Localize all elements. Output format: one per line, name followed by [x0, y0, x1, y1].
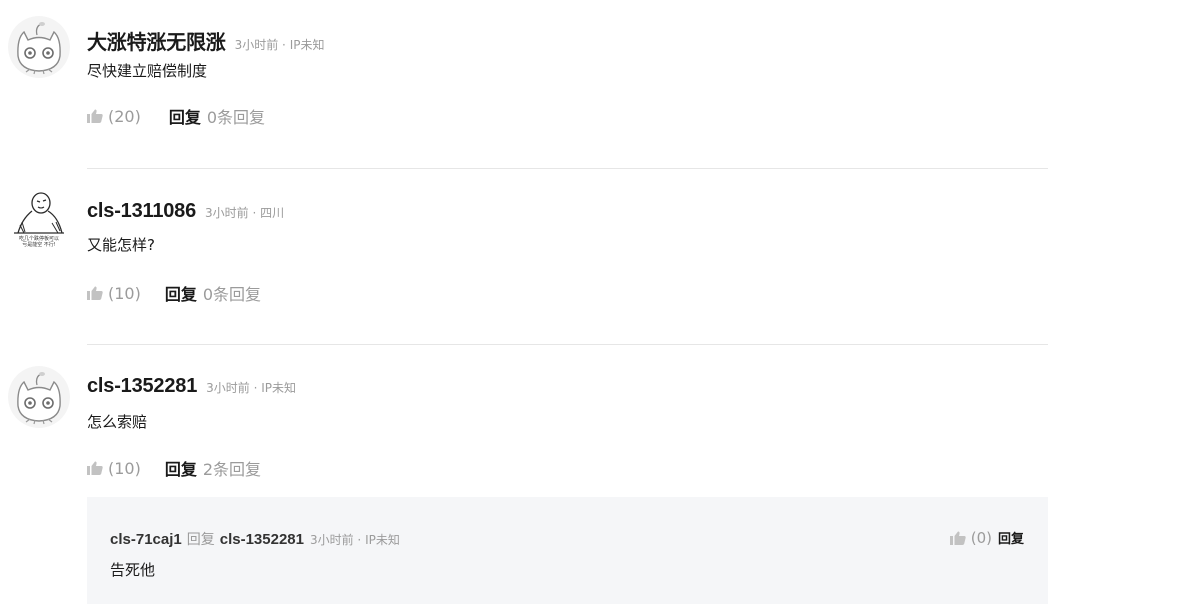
comment-meta: 3小时前 · 四川: [205, 206, 285, 220]
comment-item: 吃几个跌停板可以 亏是能空 不行! cls-1311086 3小时前 · 四川 …: [0, 170, 1048, 345]
avatar-caption: 吃几个跌停板可以 亏是能空 不行!: [8, 236, 70, 248]
subreply-reply-button[interactable]: 回复: [998, 528, 1024, 547]
subreply-like-button[interactable]: (0): [949, 528, 992, 547]
like-count: (10): [108, 458, 141, 478]
subreply-username[interactable]: cls-71caj1: [110, 531, 182, 548]
username[interactable]: cls-1311086: [87, 200, 196, 223]
comment-actions: (20) 回复 0条回复: [87, 104, 265, 128]
like-count: (10): [108, 283, 141, 303]
comment-list: 大涨特涨无限涨 3小时前 · IP未知 尽快建立赔偿制度 (20) 回复 0条回…: [0, 0, 1200, 604]
subreply-reply-word: 回复: [186, 532, 215, 548]
reply-button[interactable]: 回复: [169, 104, 201, 128]
like-button[interactable]: (10): [87, 284, 141, 303]
username[interactable]: cls-1352281: [87, 375, 197, 398]
comment-text: 又能怎样?: [87, 236, 155, 254]
comment-actions: (10) 回复 0条回复: [87, 281, 261, 305]
subreply-meta: 3小时前 · IP未知: [309, 533, 400, 547]
username[interactable]: 大涨特涨无限涨: [87, 26, 226, 55]
subreply-text: 告死他: [110, 561, 156, 579]
comment-meta: 3小时前 · IP未知: [234, 38, 325, 52]
comment-text: 尽快建立赔偿制度: [87, 62, 208, 80]
reply-count-link[interactable]: 0条回复: [207, 104, 265, 128]
reply-count-link[interactable]: 2条回复: [203, 456, 261, 480]
thumbs-up-icon: [87, 286, 103, 300]
comment-header: cls-1311086 3小时前 · 四川: [87, 200, 284, 223]
thumbs-up-icon: [949, 531, 966, 545]
divider: [87, 168, 1048, 169]
like-button[interactable]: (20): [87, 107, 141, 126]
avatar[interactable]: [8, 16, 70, 78]
cat-avatar-icon: [8, 366, 70, 428]
thumbs-up-icon: [87, 109, 103, 123]
thumbs-up-icon: [87, 461, 103, 475]
subreply-target-username[interactable]: cls-1352281: [220, 531, 304, 548]
reply-button[interactable]: 回复: [165, 456, 197, 480]
avatar-caption-line: 亏是能空 不行!: [22, 242, 56, 248]
subreply-actions: (0) 回复: [949, 528, 1024, 547]
comment-header: 大涨特涨无限涨 3小时前 · IP未知: [87, 26, 324, 55]
comment-header: cls-1352281 3小时前 · IP未知: [87, 375, 296, 398]
subreply-like-count: (0): [970, 528, 992, 547]
cat-avatar-icon: [8, 16, 70, 78]
subreply-header: cls-71caj1 回复 cls-1352281 3小时前 · IP未知: [110, 529, 400, 549]
comment-text: 怎么索赔: [87, 413, 148, 431]
comment-actions: (10) 回复 2条回复: [87, 456, 261, 480]
avatar[interactable]: 吃几个跌停板可以 亏是能空 不行!: [8, 189, 70, 251]
comment-meta: 3小时前 · IP未知: [206, 381, 296, 395]
reply-button[interactable]: 回复: [165, 281, 197, 305]
comment-item: 大涨特涨无限涨 3小时前 · IP未知 尽快建立赔偿制度 (20) 回复 0条回…: [0, 0, 1048, 170]
avatar[interactable]: [8, 366, 70, 428]
like-count: (20): [108, 106, 141, 126]
like-button[interactable]: (10): [87, 459, 141, 478]
reply-count-link[interactable]: 0条回复: [203, 281, 261, 305]
subreply-list: cls-71caj1 回复 cls-1352281 3小时前 · IP未知 告死…: [87, 497, 1048, 604]
